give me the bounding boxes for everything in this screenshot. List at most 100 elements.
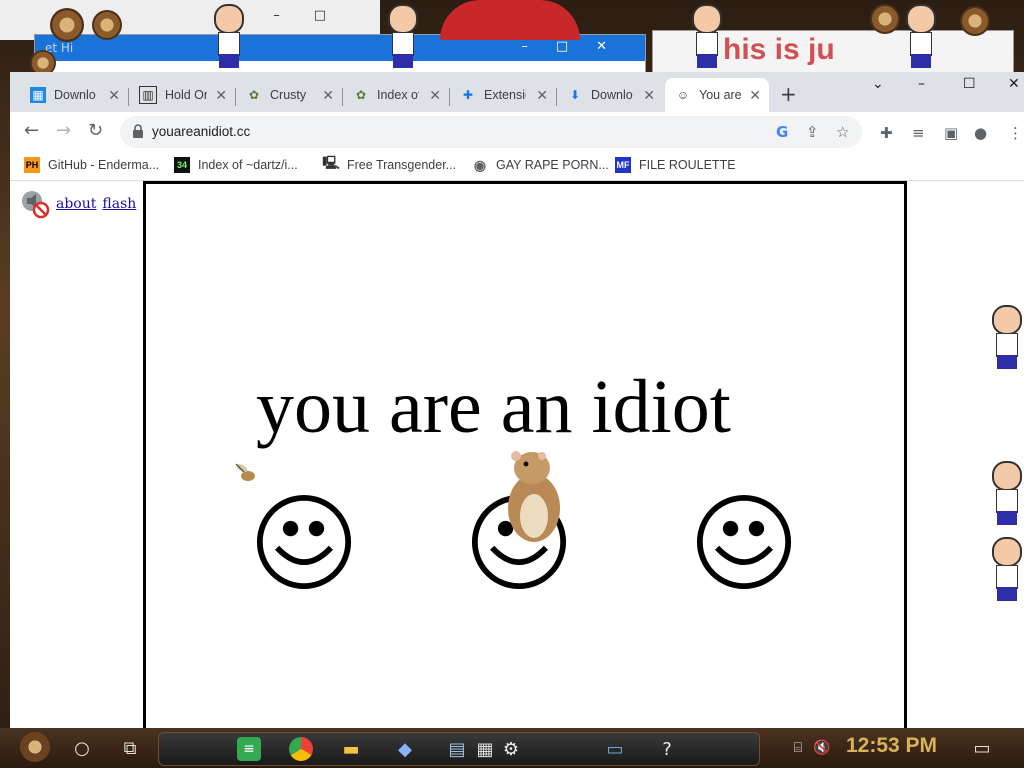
- tab-extensions[interactable]: ✚ Extensions ✕: [450, 78, 556, 112]
- puzzle-icon: ✚: [462, 88, 474, 102]
- about-link[interactable]: about: [56, 196, 96, 212]
- smiley-icon: ☺: [676, 88, 690, 102]
- task-view-icon[interactable]: ⧉: [118, 736, 142, 760]
- bug-icon: [235, 463, 255, 481]
- bookmark-free[interactable]: 🖳 Free Transgender...: [322, 155, 457, 173]
- notification-icon[interactable]: ▭: [970, 736, 994, 760]
- avatar[interactable]: ●: [974, 124, 987, 142]
- search-icon[interactable]: ○: [70, 736, 94, 760]
- smiley-left: [256, 494, 352, 590]
- reload-button[interactable]: ↻: [88, 120, 103, 141]
- bookmark-github[interactable]: PH GitHub - Enderma...: [24, 157, 159, 173]
- bookmark-globe[interactable]: ◉ GAY RAPE PORN...: [472, 157, 609, 173]
- tab-title: Download: [54, 88, 96, 102]
- cartoon-character: [990, 461, 1024, 525]
- close-icon[interactable]: ✕: [108, 87, 120, 104]
- chevron-down-icon[interactable]: ⌄: [872, 76, 884, 92]
- side-panel-icon[interactable]: ▣: [944, 124, 958, 142]
- globe-icon: ◉: [473, 156, 487, 173]
- minimize-button[interactable]: –: [918, 76, 925, 92]
- background-red-dome: [440, 0, 580, 40]
- gear-icon: [50, 8, 84, 42]
- background-window-blue: et Hi –□✕: [34, 34, 646, 76]
- close-icon[interactable]: ✕: [429, 87, 441, 104]
- close-icon[interactable]: ✕: [322, 87, 334, 104]
- new-tab-button[interactable]: +: [780, 82, 797, 106]
- volume-muted-icon[interactable]: 🔇: [810, 736, 834, 760]
- bookmark-label: GAY RAPE PORN...: [496, 158, 609, 172]
- folder-icon[interactable]: ▬: [339, 737, 363, 761]
- tab-crusty[interactable]: ✿ Crusty ✕: [236, 78, 342, 112]
- extensions-icon[interactable]: ✚: [880, 124, 893, 142]
- forward-button[interactable]: →: [56, 120, 71, 141]
- close-icon[interactable]: ✕: [536, 87, 548, 104]
- browser-toolbar: ← → ↻ youareanidiot.cc G ⇪ ☆ ✚ ≡ ▣ ● ⋮: [10, 112, 1024, 152]
- close-window-button[interactable]: ✕: [1008, 76, 1020, 92]
- gear-icon: [870, 4, 900, 34]
- cmd-icon[interactable]: ▦: [473, 737, 497, 761]
- google-icon[interactable]: G: [776, 123, 788, 141]
- flash-area[interactable]: you are an idiot: [143, 181, 907, 728]
- clock[interactable]: 12:53 PM: [846, 734, 937, 758]
- back-button[interactable]: ←: [24, 120, 39, 141]
- building-icon: ▥: [139, 86, 157, 104]
- bookmark-label: Index of ~dartz/i...: [198, 158, 298, 172]
- tab-title: Hold On: [165, 88, 207, 102]
- app-icon[interactable]: ▤: [445, 737, 469, 761]
- virtualbox-icon[interactable]: ◆: [393, 737, 417, 761]
- close-icon[interactable]: ✕: [643, 87, 655, 104]
- notes-icon[interactable]: ≡: [237, 737, 261, 761]
- chrome-icon[interactable]: [289, 737, 313, 761]
- hamster-sprite: [508, 451, 560, 542]
- cartoon-character: [990, 305, 1024, 369]
- chart-icon: ▦: [30, 87, 46, 103]
- tab-download[interactable]: ▦ Download ✕: [20, 78, 128, 112]
- cartoon-character: [904, 4, 938, 68]
- tab-strip: ▦ Download ✕ ▥ Hold On ✕ ✿ Crusty ✕ ✿ In…: [10, 72, 1024, 112]
- close-icon[interactable]: ✕: [215, 87, 227, 104]
- flash-link[interactable]: flash: [102, 196, 136, 212]
- computer-icon: 🖳: [322, 155, 340, 170]
- tab-title: You are: [699, 88, 741, 102]
- gear-icon: [92, 10, 122, 40]
- bookmark-file-roulette[interactable]: MF FILE ROULETTE: [615, 157, 736, 173]
- cartoon-character: [212, 4, 246, 68]
- bookmark-label: Free Transgender...: [347, 158, 457, 172]
- no-sound-icon: [22, 191, 50, 219]
- gear-icon[interactable]: ⚙: [499, 737, 523, 761]
- share-icon[interactable]: ⇪: [806, 123, 819, 141]
- ph-icon: PH: [24, 157, 40, 173]
- index-icon: 34: [174, 157, 190, 173]
- taskbar-dock: ≡ ▬ ◆ ▤ ▦ ⚙ ▭ ?: [158, 732, 760, 766]
- cartoon-character: [690, 4, 724, 68]
- tab-you-are[interactable]: ☺ You are ✕: [665, 78, 769, 112]
- media-icon[interactable]: ≡: [912, 124, 925, 142]
- tab-title: Index of: [377, 88, 419, 102]
- headline: you are an idiot: [256, 365, 731, 449]
- maximize-button[interactable]: ☐: [963, 76, 976, 92]
- page-links: about flash: [20, 189, 136, 219]
- address-bar[interactable]: youareanidiot.cc G ⇪ ☆: [120, 116, 862, 148]
- bookmark-label: GitHub - Enderma...: [48, 158, 160, 172]
- start-button[interactable]: [20, 732, 50, 762]
- tab-download-2[interactable]: ⬇ Download ✕: [557, 78, 663, 112]
- bookmarks-bar: PH GitHub - Enderma... 34 Index of ~dart…: [10, 152, 1024, 181]
- background-window-text: his is ju: [723, 33, 835, 66]
- close-icon[interactable]: ✕: [749, 87, 761, 104]
- help-icon[interactable]: ?: [655, 737, 679, 761]
- tab-hold-on[interactable]: ▥ Hold On ✕: [129, 78, 235, 112]
- network-icon[interactable]: ⌸: [786, 736, 810, 760]
- cartoon-character: [386, 4, 420, 68]
- window-icon[interactable]: ▭: [603, 737, 627, 761]
- crusty-icon: ✿: [248, 88, 260, 102]
- tab-index-of[interactable]: ✿ Index of ✕: [343, 78, 449, 112]
- lock-icon: [133, 124, 143, 138]
- taskbar: ○ ⧉ ≡ ▬ ◆ ▤ ▦ ⚙ ▭ ? ⌸ 🔇 12:53 PM ▭: [0, 728, 1024, 768]
- tab-title: Extensions: [484, 88, 526, 102]
- menu-icon[interactable]: ⋮: [1008, 124, 1023, 142]
- star-icon[interactable]: ☆: [836, 123, 849, 141]
- bookmark-index-of[interactable]: 34 Index of ~dartz/i...: [174, 157, 298, 173]
- smiley-right: [696, 494, 792, 590]
- mft-icon: MF: [615, 157, 631, 173]
- gear-icon: [960, 6, 990, 36]
